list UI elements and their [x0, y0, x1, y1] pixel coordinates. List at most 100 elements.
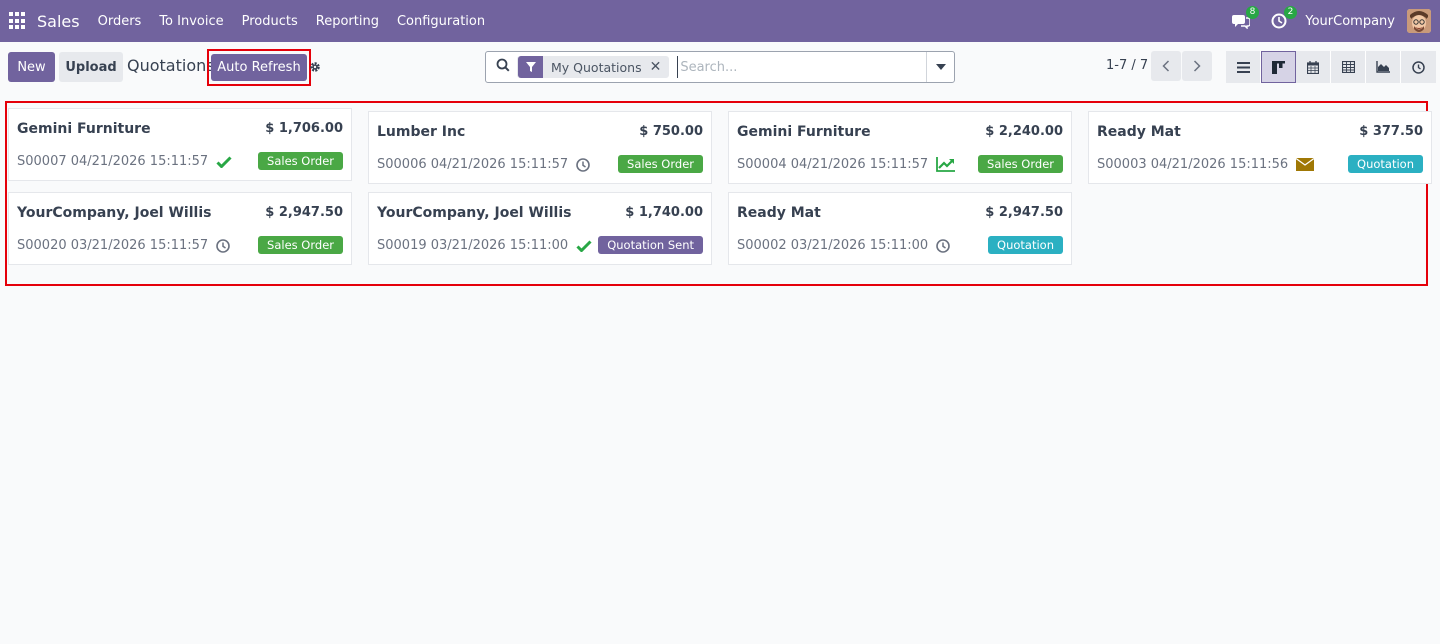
gear-icon [310, 62, 320, 72]
customer-name: YourCompany, Joel Willis [17, 205, 212, 221]
user-avatar[interactable] [1407, 9, 1431, 33]
search-input[interactable] [677, 56, 926, 78]
order-ref-text: S00020 03/21/2026 15:11:57 [17, 238, 209, 253]
status-badge: Sales Order [258, 152, 343, 170]
pager-value[interactable]: 1-7 / 7 [1106, 58, 1148, 73]
menu-item-to-invoice[interactable]: To Invoice [150, 14, 232, 29]
control-panel: New Upload Quotations Auto Refresh My Qu… [0, 42, 1440, 92]
envelope-icon[interactable] [1296, 158, 1315, 171]
search-bar: My Quotations ✕ [485, 51, 955, 83]
new-button[interactable]: New [8, 52, 55, 82]
kanban-card[interactable]: Gemini Furniture $ 2,240.00 S00004 04/21… [728, 111, 1072, 184]
pager-previous-button[interactable] [1151, 51, 1181, 81]
order-ref-text: S00004 04/21/2026 15:11:57 [737, 156, 929, 172]
customer-name: Ready Mat [1097, 124, 1181, 140]
avatar-face-icon [1407, 9, 1431, 33]
caret-down-icon [935, 64, 946, 70]
order-amount: $ 377.50 [1359, 124, 1423, 139]
status-badge: Quotation Sent [598, 236, 703, 254]
status-badge: Sales Order [978, 155, 1063, 173]
customer-name: Gemini Furniture [17, 121, 151, 137]
chevron-left-icon [1162, 60, 1170, 72]
messages-count-badge: 8 [1245, 6, 1260, 19]
menu-item-orders[interactable]: Orders [89, 14, 151, 29]
filter-icon [518, 56, 543, 78]
search-icon[interactable] [496, 58, 510, 76]
kanban-card[interactable]: YourCompany, Joel Willis $ 1,740.00 S000… [368, 192, 712, 265]
pivot-view-button[interactable] [1331, 51, 1366, 83]
customer-name: Lumber Inc [377, 124, 466, 140]
order-ref-text: S00002 03/21/2026 15:11:00 [737, 238, 929, 253]
customer-name: YourCompany, Joel Willis [377, 205, 572, 221]
status-badge: Quotation [988, 236, 1063, 254]
order-reference: S00007 04/21/2026 15:11:57 [17, 154, 232, 169]
status-badge: Sales Order [618, 155, 703, 173]
top-navbar: Sales Orders To Invoice Products Reporti… [0, 0, 1440, 42]
list-icon [1236, 61, 1250, 73]
order-reference: S00006 04/21/2026 15:11:57 [377, 157, 590, 172]
customer-name: Gemini Furniture [737, 124, 871, 140]
clock-icon[interactable] [936, 238, 950, 253]
order-ref-text: S00006 04/21/2026 15:11:57 [377, 157, 569, 172]
graph-view-button[interactable] [1366, 51, 1401, 83]
actions-gear-button[interactable] [309, 61, 321, 77]
customer-name: Ready Mat [737, 205, 821, 221]
facet-label: My Quotations [551, 59, 642, 75]
calendar-icon [1307, 60, 1319, 74]
kanban-card[interactable]: Gemini Furniture $ 1,706.00 S00007 04/21… [8, 108, 352, 181]
kanban-view-button[interactable] [1261, 51, 1296, 83]
pager-next-button[interactable] [1182, 51, 1212, 81]
page-title: Quotations [127, 56, 215, 75]
order-amount: $ 2,947.50 [985, 205, 1063, 220]
order-reference: S00019 03/21/2026 15:11:00 [377, 238, 592, 253]
kanban-card[interactable]: Ready Mat $ 377.50 S00003 04/21/2026 15:… [1088, 111, 1432, 184]
menu-item-configuration[interactable]: Configuration [388, 14, 494, 29]
activities-count-badge: 2 [1283, 6, 1298, 19]
order-amount: $ 1,706.00 [265, 121, 343, 136]
kanban-card[interactable]: Ready Mat $ 2,947.50 S00002 03/21/2026 1… [728, 192, 1072, 265]
check-icon[interactable] [216, 155, 232, 168]
order-reference: S00004 04/21/2026 15:11:57 [737, 156, 956, 172]
order-ref-text: S00003 04/21/2026 15:11:56 [1097, 157, 1289, 172]
messages-button[interactable]: 8 [1229, 6, 1260, 33]
main-menu: Orders To Invoice Products Reporting Con… [89, 14, 495, 29]
order-reference: S00020 03/21/2026 15:11:57 [17, 238, 230, 253]
order-reference: S00002 03/21/2026 15:11:00 [737, 238, 950, 253]
facet-remove-icon[interactable]: ✕ [650, 59, 669, 75]
activities-button[interactable]: 2 [1267, 6, 1298, 33]
list-view-button[interactable] [1226, 51, 1261, 83]
search-facet-my-quotations: My Quotations ✕ [517, 56, 670, 78]
order-ref-text: S00007 04/21/2026 15:11:57 [17, 154, 209, 169]
status-badge: Quotation [1348, 155, 1423, 173]
clock-icon [1412, 60, 1425, 74]
app-brand[interactable]: Sales [37, 12, 80, 31]
menu-item-reporting[interactable]: Reporting [307, 14, 388, 29]
navbar-systray: 8 2 YourCompany [1229, 0, 1440, 42]
order-reference: S00003 04/21/2026 15:11:56 [1097, 157, 1315, 172]
status-badge: Sales Order [258, 236, 343, 254]
menu-item-products[interactable]: Products [233, 14, 307, 29]
calendar-view-button[interactable] [1296, 51, 1331, 83]
view-switcher [1226, 51, 1436, 83]
check-icon[interactable] [576, 239, 592, 252]
order-amount: $ 750.00 [639, 124, 703, 139]
clock-icon[interactable] [216, 238, 230, 253]
search-options-toggle[interactable] [926, 52, 954, 82]
kanban-icon [1272, 60, 1285, 74]
table-icon [1341, 61, 1355, 73]
company-switcher[interactable]: YourCompany [1305, 14, 1395, 29]
chart-line-icon[interactable] [936, 156, 956, 172]
area-chart-icon [1376, 61, 1390, 73]
chevron-right-icon [1193, 60, 1201, 72]
kanban-card[interactable]: YourCompany, Joel Willis $ 2,947.50 S000… [8, 192, 352, 265]
order-amount: $ 1,740.00 [625, 205, 703, 220]
apps-menu-icon[interactable] [9, 12, 27, 30]
order-amount: $ 2,947.50 [265, 205, 343, 220]
auto-refresh-button[interactable]: Auto Refresh [211, 54, 307, 81]
kanban-card[interactable]: Lumber Inc $ 750.00 S00006 04/21/2026 15… [368, 111, 712, 184]
activity-view-button[interactable] [1401, 51, 1436, 83]
order-amount: $ 2,240.00 [985, 124, 1063, 139]
order-ref-text: S00019 03/21/2026 15:11:00 [377, 238, 569, 253]
clock-icon[interactable] [576, 157, 590, 172]
upload-button[interactable]: Upload [59, 52, 123, 82]
